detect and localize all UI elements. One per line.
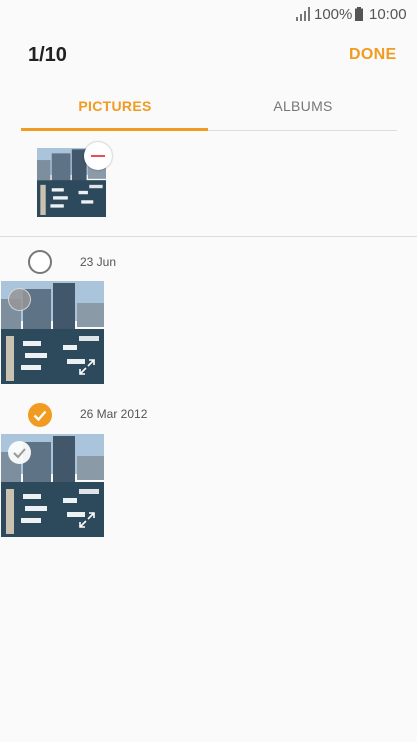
selection-count: 1/10 bbox=[28, 44, 67, 66]
selected-items-tray bbox=[0, 131, 417, 237]
remove-icon bbox=[91, 155, 105, 157]
group-date: 26 Mar 2012 bbox=[80, 407, 148, 421]
photo-thumbnail[interactable] bbox=[1, 434, 104, 537]
tab-pictures[interactable]: PICTURES bbox=[21, 88, 209, 128]
battery-percentage: 100% bbox=[314, 6, 353, 23]
group-select-checkbox[interactable] bbox=[28, 250, 52, 274]
battery-icon bbox=[355, 7, 363, 21]
expand-icon[interactable] bbox=[78, 358, 96, 376]
group-select-checkbox[interactable] bbox=[28, 403, 52, 427]
photo-select-checkbox[interactable] bbox=[8, 288, 31, 311]
check-icon bbox=[13, 448, 26, 459]
remove-selected-button[interactable] bbox=[84, 142, 112, 170]
status-bar: 100% 10:00 bbox=[0, 0, 417, 30]
done-button[interactable]: DONE bbox=[349, 46, 396, 64]
tab-bar: PICTURES ALBUMS bbox=[21, 88, 397, 131]
group-date: 23 Jun bbox=[80, 255, 117, 269]
photo-thumbnail[interactable] bbox=[1, 281, 104, 384]
signal-icon bbox=[296, 7, 310, 21]
photo-select-checkbox[interactable] bbox=[8, 441, 31, 464]
check-icon bbox=[33, 410, 47, 422]
tab-albums[interactable]: ALBUMS bbox=[209, 88, 397, 128]
expand-icon[interactable] bbox=[78, 511, 96, 529]
clock: 10:00 bbox=[369, 6, 407, 23]
